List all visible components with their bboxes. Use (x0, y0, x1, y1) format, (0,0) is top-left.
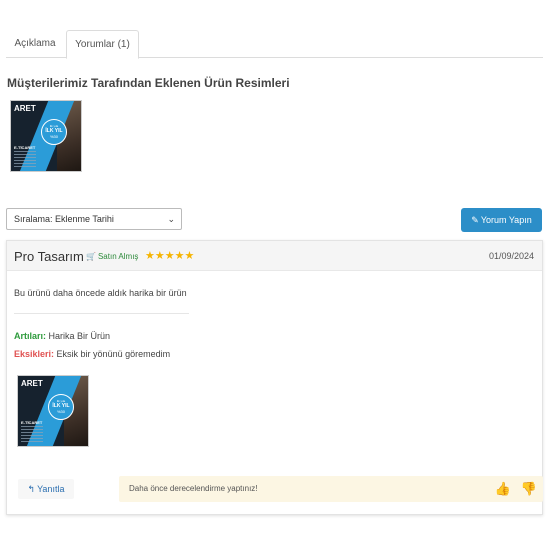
image-brand-text: ARET (21, 379, 43, 388)
reply-button[interactable]: ↰ Yanıtla (18, 479, 74, 499)
image-text-lines (14, 151, 36, 169)
cart-icon: 🛒 (86, 252, 96, 261)
divider (14, 313, 189, 314)
star-rating: ★★★★★ (145, 250, 195, 262)
write-review-label: Yorum Yapın (480, 215, 532, 225)
tab-bar: Açıklama Yorumlar (1) (6, 30, 543, 59)
review-author: Pro Tasarım (14, 249, 84, 264)
rating-notice-text: Daha önce derecelendirme yaptınız! (129, 484, 258, 493)
sort-select[interactable]: Sıralama: Eklenme Tarihi ⌄ (6, 208, 182, 230)
image-brand-text: ARET (14, 104, 36, 113)
thumbs-down-icon[interactable]: 👎 (521, 481, 537, 497)
discount-badge: ilk yıla İLK YIL %30 (41, 119, 67, 145)
review-pros: Artıları: Harika Bir Ürün (14, 331, 110, 341)
review-cons: Eksikleri: Eksik bir yönünü göremedim (14, 349, 170, 359)
pros-text: Harika Bir Ürün (48, 331, 111, 341)
customer-image-thumbnail[interactable]: ARET ilk yıla İLK YIL %30 E-TİCARET (10, 100, 82, 172)
cons-label: Eksikleri: (14, 349, 55, 359)
review-text: Bu ürünü daha öncede aldık harika bir ür… (14, 288, 187, 298)
tab-description[interactable]: Açıklama (6, 30, 64, 58)
thumbs-up-icon[interactable]: 👍 (495, 481, 511, 497)
pencil-icon: ✎ (471, 215, 479, 225)
image-subtitle: E-TİCARET (14, 145, 36, 150)
reply-arrow-icon: ↰ (27, 484, 36, 494)
write-review-button[interactable]: ✎ Yorum Yapın (461, 208, 542, 232)
pros-label: Artıları: (14, 331, 47, 341)
customer-images-title: Müşterilerimiz Tarafından Eklenen Ürün R… (7, 76, 290, 90)
sort-select-value: Sıralama: Eklenme Tarihi (14, 214, 114, 224)
image-subtitle: E-TİCARET (21, 420, 43, 425)
image-text-lines (21, 426, 43, 444)
verified-purchase-badge: 🛒 Satın Almış (86, 252, 139, 261)
reply-label: Yanıtla (37, 484, 65, 494)
chevron-down-icon: ⌄ (167, 214, 175, 224)
discount-badge: ilk yıla İLK YIL %30 (48, 394, 74, 420)
review-date: 01/09/2024 (488, 251, 534, 261)
review-image-thumbnail[interactable]: ARET ilk yıla İLK YIL %30 E-TİCARET (17, 375, 89, 447)
tab-reviews[interactable]: Yorumlar (1) (66, 30, 139, 59)
rating-notice: Daha önce derecelendirme yaptınız! 👍 👎 (119, 476, 543, 502)
review-header: Pro Tasarım 🛒 Satın Almış ★★★★★ 01/09/202… (7, 241, 542, 271)
cons-text: Eksik bir yönünü göremedim (56, 349, 171, 359)
